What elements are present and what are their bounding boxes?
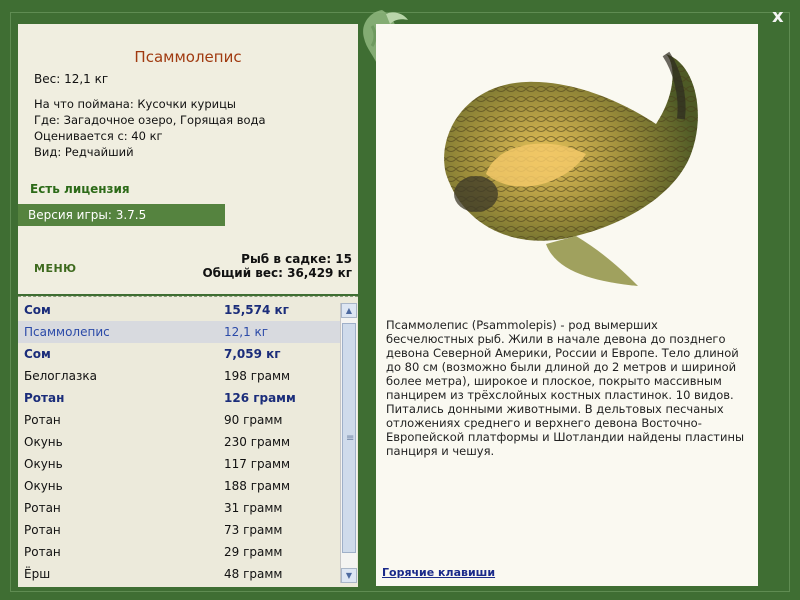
catch-fish-name: Ротан — [24, 545, 61, 559]
catch-list-row[interactable]: Ротан 90 грамм — [18, 409, 340, 431]
catch-list-row[interactable]: Ротан 126 грамм — [18, 387, 340, 409]
catch-fish-name: Ротан — [24, 523, 61, 537]
catch-list-row[interactable]: Окунь 117 грамм — [18, 453, 340, 475]
catch-fish-weight: 29 грамм — [224, 545, 283, 559]
game-version-bar: Версия игры: 3.7.5 — [18, 204, 225, 226]
license-status: Есть лицензия — [30, 182, 130, 196]
fish-title: Псаммолепис — [134, 48, 242, 66]
catch-fish-weight: 188 грамм — [224, 479, 291, 493]
catch-fish-name: Окунь — [24, 457, 63, 471]
catch-list-scrollbar[interactable]: ▲ ≡ ▼ — [340, 303, 357, 583]
hotkeys-link[interactable]: Горячие клавиши — [382, 566, 495, 579]
fish-description: Псаммолепис (Psammolepis) - род вымерших… — [386, 318, 745, 458]
catch-list-row[interactable]: Ротан 29 грамм — [18, 541, 340, 563]
catch-fish-name: Псаммолепис — [24, 325, 110, 339]
scroll-up-icon[interactable]: ▲ — [341, 303, 357, 318]
catch-list-row[interactable]: Белоглазка 198 грамм — [18, 365, 340, 387]
catch-list-row[interactable]: Ротан 73 грамм — [18, 519, 340, 541]
catch-fish-weight: 7,059 кг — [224, 347, 281, 361]
fish-value: Оценивается с: 40 кг — [34, 129, 163, 143]
catch-list-row[interactable]: Ротан 31 грамм — [18, 497, 340, 519]
close-button[interactable]: x — [772, 6, 784, 27]
catch-fish-name: Сом — [24, 347, 51, 361]
catch-fish-weight: 31 грамм — [224, 501, 283, 515]
catch-fish-name: Ёрш — [24, 567, 51, 581]
catch-fish-name: Ротан — [24, 391, 65, 405]
catch-fish-weight: 73 грамм — [224, 523, 283, 537]
catch-fish-name: Белоглазка — [24, 369, 97, 383]
fish-bait: На что поймана: Кусочки курицы — [34, 97, 237, 111]
catch-fish-weight: 90 грамм — [224, 413, 283, 427]
catch-fish-weight: 126 грамм — [224, 391, 296, 405]
scroll-grip-icon: ≡ — [346, 433, 355, 444]
fish-weight: Вес: 12,1 кг — [34, 72, 109, 86]
scroll-thumb[interactable]: ≡ — [342, 323, 356, 553]
fish-info-panel: Псаммолепис Вес: 12,1 кг На что поймана:… — [18, 24, 358, 294]
catch-list-row[interactable]: Ёрш 48 грамм — [18, 563, 340, 585]
catch-list: Сом 15,574 кг Псаммолепис 12,1 кг Сом 7,059 к… — [18, 296, 358, 587]
fish-illustration — [444, 51, 698, 286]
catch-list-row[interactable]: Сом 7,059 кг — [18, 343, 340, 365]
left-panel: Псаммолепис Вес: 12,1 кг На что поймана:… — [18, 24, 358, 594]
catch-list-row[interactable]: Сом 15,574 кг — [18, 299, 340, 321]
catch-fish-name: Сом — [24, 303, 51, 317]
catch-fish-weight: 12,1 кг — [224, 325, 269, 339]
catch-list-row[interactable]: Окунь 188 грамм — [18, 475, 340, 497]
catch-fish-name: Ротан — [24, 501, 61, 515]
catch-fish-weight: 48 грамм — [224, 567, 283, 581]
catch-fish-weight: 198 грамм — [224, 369, 291, 383]
total-weight: Общий вес: 36,429 кг — [202, 266, 352, 280]
catch-stats: Рыб в садке: 15 Общий вес: 36,429 кг — [202, 252, 352, 280]
catch-fish-name: Ротан — [24, 413, 61, 427]
fish-rarity: Вид: Редчайший — [34, 145, 134, 159]
catch-list-row[interactable]: Окунь 230 грамм — [18, 431, 340, 453]
scroll-down-icon[interactable]: ▼ — [341, 568, 357, 583]
fish-count: Рыб в садке: 15 — [241, 252, 352, 266]
catch-fish-weight: 230 грамм — [224, 435, 291, 449]
catch-fish-weight: 117 грамм — [224, 457, 291, 471]
catch-fish-name: Окунь — [24, 435, 63, 449]
right-panel: Псаммолепис (Psammolepis) - род вымерших… — [376, 24, 758, 586]
catch-fish-name: Окунь — [24, 479, 63, 493]
catch-fish-weight: 15,574 кг — [224, 303, 289, 317]
catch-list-row[interactable]: Псаммолепис 12,1 кг — [18, 321, 340, 343]
fish-location: Где: Загадочное озеро, Горящая вода — [34, 113, 266, 127]
menu-button[interactable]: МЕНЮ — [34, 262, 77, 275]
fish-details: На что поймана: Кусочки курицы Где: Зага… — [34, 96, 266, 160]
